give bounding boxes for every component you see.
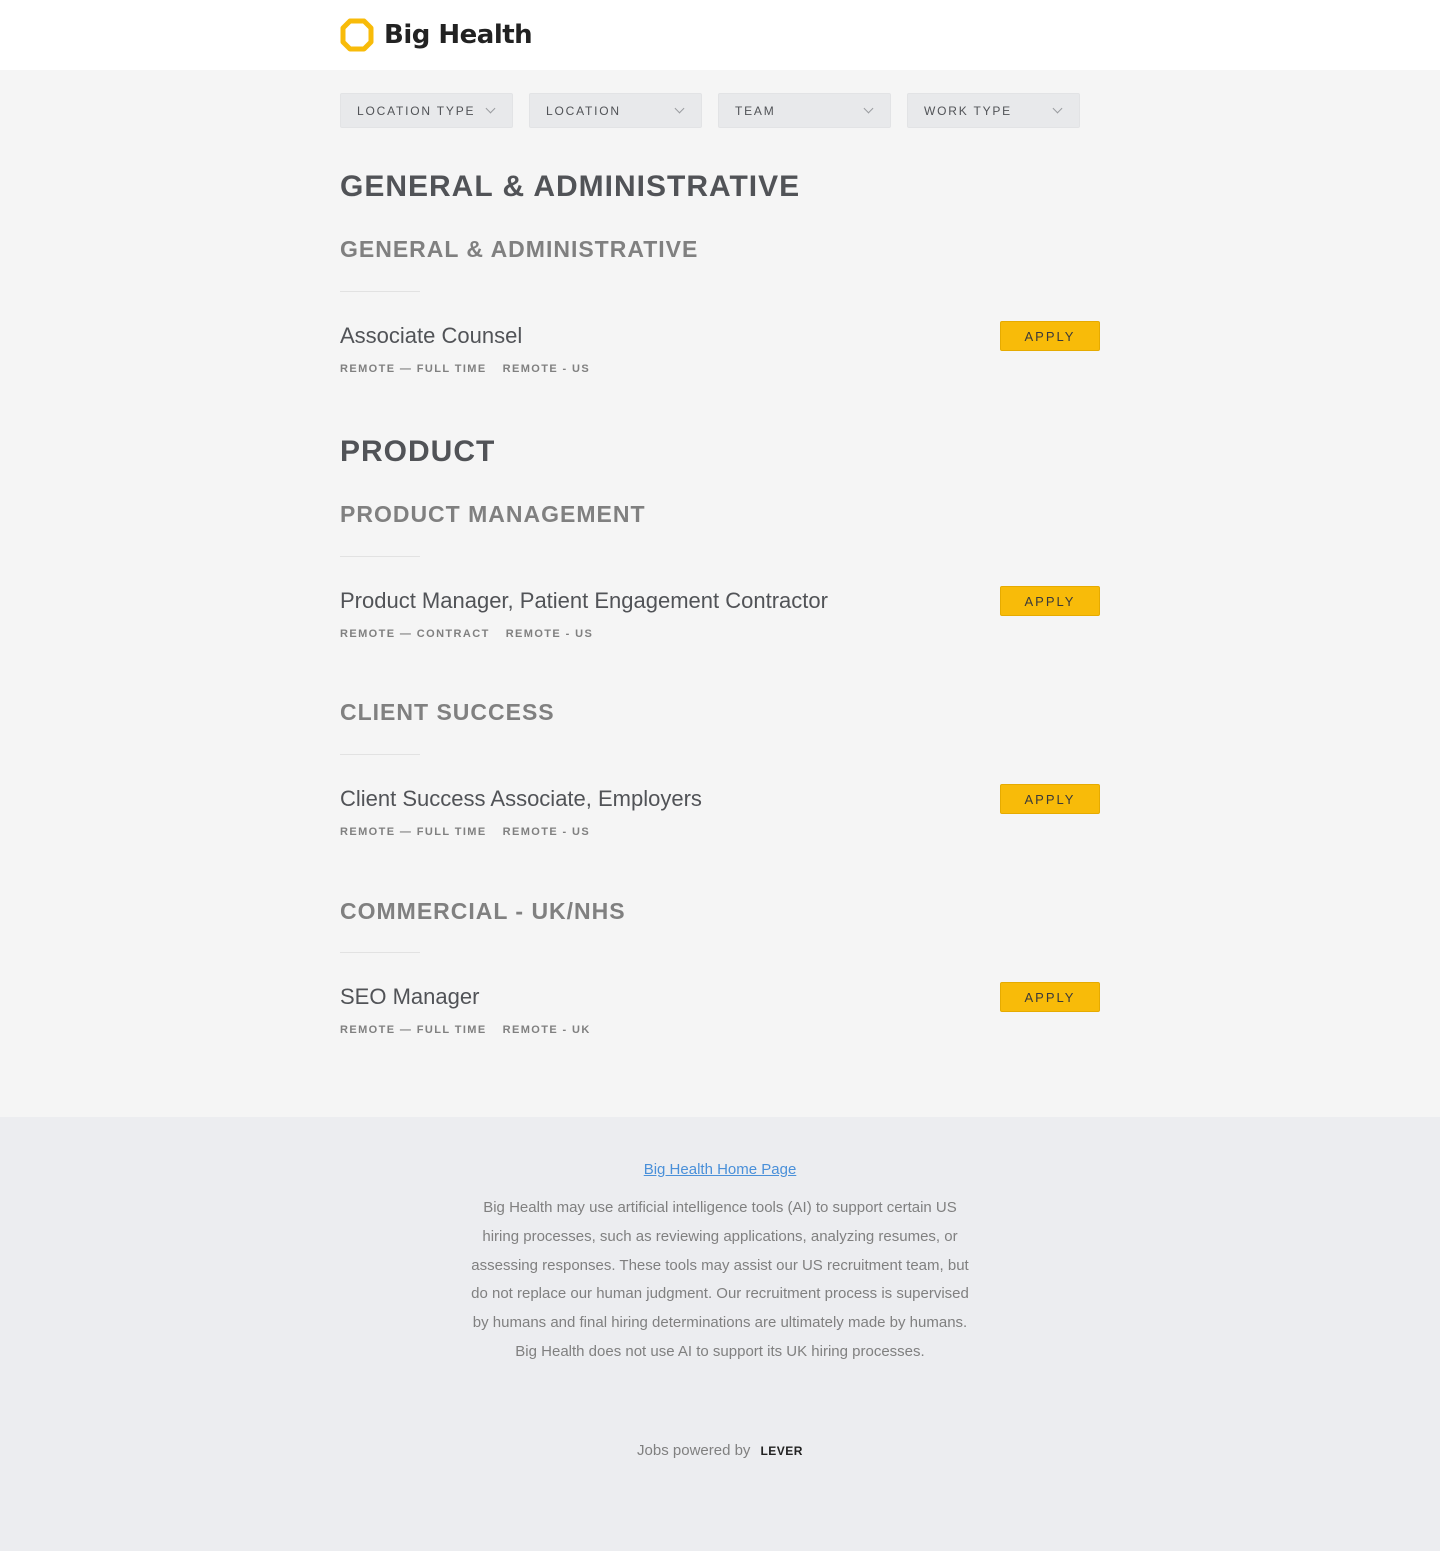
department-title: GENERAL & ADMINISTRATIVE bbox=[340, 170, 801, 203]
chevron-down-icon bbox=[863, 103, 874, 114]
team-title: GENERAL & ADMINISTRATIVE bbox=[340, 236, 699, 262]
big-health-logo[interactable]: Big Health bbox=[340, 17, 533, 53]
apply-button[interactable]: APPLY bbox=[1000, 982, 1100, 1012]
chevron-down-icon bbox=[674, 103, 685, 114]
job-posting: Associate Counsel REMOTE — FULL TIME REM… bbox=[340, 321, 1100, 393]
posting-location: REMOTE - UK bbox=[502, 1024, 591, 1036]
apply-button[interactable]: APPLY bbox=[1000, 321, 1100, 351]
postings-main: LOCATION TYPE LOCATION TEAM WORK TYPE GE… bbox=[0, 70, 1440, 1117]
filter-work-type[interactable]: WORK TYPE bbox=[907, 93, 1080, 128]
job-posting: Client Success Associate, Employers REMO… bbox=[340, 784, 1100, 856]
posting-title-link[interactable]: SEO Manager bbox=[340, 984, 479, 1010]
posting-meta: REMOTE — FULL TIME REMOTE - UK bbox=[340, 1024, 591, 1036]
apply-button[interactable]: APPLY bbox=[1000, 784, 1100, 814]
filter-team[interactable]: TEAM bbox=[718, 93, 891, 128]
posting-commitment: REMOTE — CONTRACT bbox=[340, 628, 490, 640]
posting-commitment: REMOTE — FULL TIME bbox=[340, 363, 487, 375]
job-posting: SEO Manager REMOTE — FULL TIME REMOTE - … bbox=[340, 982, 1100, 1054]
department-title: PRODUCT bbox=[340, 435, 496, 468]
posting-location: REMOTE - US bbox=[505, 628, 594, 640]
chevron-down-icon bbox=[485, 103, 496, 114]
filter-label: TEAM bbox=[735, 103, 776, 118]
team-title: PRODUCT MANAGEMENT bbox=[340, 501, 646, 527]
filter-location[interactable]: LOCATION bbox=[529, 93, 702, 128]
ai-disclaimer: Big Health may use artificial intelligen… bbox=[471, 1199, 969, 1360]
filter-location-type[interactable]: LOCATION TYPE bbox=[340, 93, 513, 128]
team-title: CLIENT SUCCESS bbox=[340, 699, 555, 725]
posting-meta: REMOTE — FULL TIME REMOTE - US bbox=[340, 363, 590, 375]
team-title: COMMERCIAL - UK/NHS bbox=[340, 898, 626, 924]
filter-label: LOCATION bbox=[546, 103, 621, 118]
team-divider bbox=[340, 291, 420, 292]
powered-by-text: Jobs powered by bbox=[637, 1442, 751, 1459]
filter-bar: LOCATION TYPE LOCATION TEAM WORK TYPE bbox=[340, 93, 1096, 128]
site-header: Big Health bbox=[0, 0, 1440, 70]
team-divider bbox=[340, 952, 420, 953]
team-divider bbox=[340, 754, 420, 755]
powered-by: Jobs powered by LEVER bbox=[0, 1442, 1440, 1459]
posting-title-link[interactable]: Product Manager, Patient Engagement Cont… bbox=[340, 588, 828, 614]
posting-location: REMOTE - US bbox=[502, 363, 591, 375]
posting-title-link[interactable]: Associate Counsel bbox=[340, 323, 522, 349]
posting-title-link[interactable]: Client Success Associate, Employers bbox=[340, 786, 702, 812]
filter-label: WORK TYPE bbox=[924, 103, 1012, 118]
posting-meta: REMOTE — FULL TIME REMOTE - US bbox=[340, 826, 590, 838]
chevron-down-icon bbox=[1052, 103, 1063, 114]
filter-label: LOCATION TYPE bbox=[357, 103, 476, 118]
posting-meta: REMOTE — CONTRACT REMOTE - US bbox=[340, 628, 593, 640]
home-page-link[interactable]: Big Health Home Page bbox=[0, 1161, 1440, 1178]
job-posting: Product Manager, Patient Engagement Cont… bbox=[340, 586, 1100, 658]
lever-logo[interactable]: LEVER bbox=[760, 1444, 803, 1458]
posting-commitment: REMOTE — FULL TIME bbox=[340, 1024, 487, 1036]
apply-button[interactable]: APPLY bbox=[1000, 586, 1100, 616]
posting-commitment: REMOTE — FULL TIME bbox=[340, 826, 487, 838]
logo-text: Big Health bbox=[384, 20, 533, 50]
site-footer: Big Health Home Page Big Health may use … bbox=[0, 1117, 1440, 1551]
big-health-logo-icon bbox=[340, 18, 374, 52]
team-divider bbox=[340, 556, 420, 557]
posting-location: REMOTE - US bbox=[502, 826, 591, 838]
